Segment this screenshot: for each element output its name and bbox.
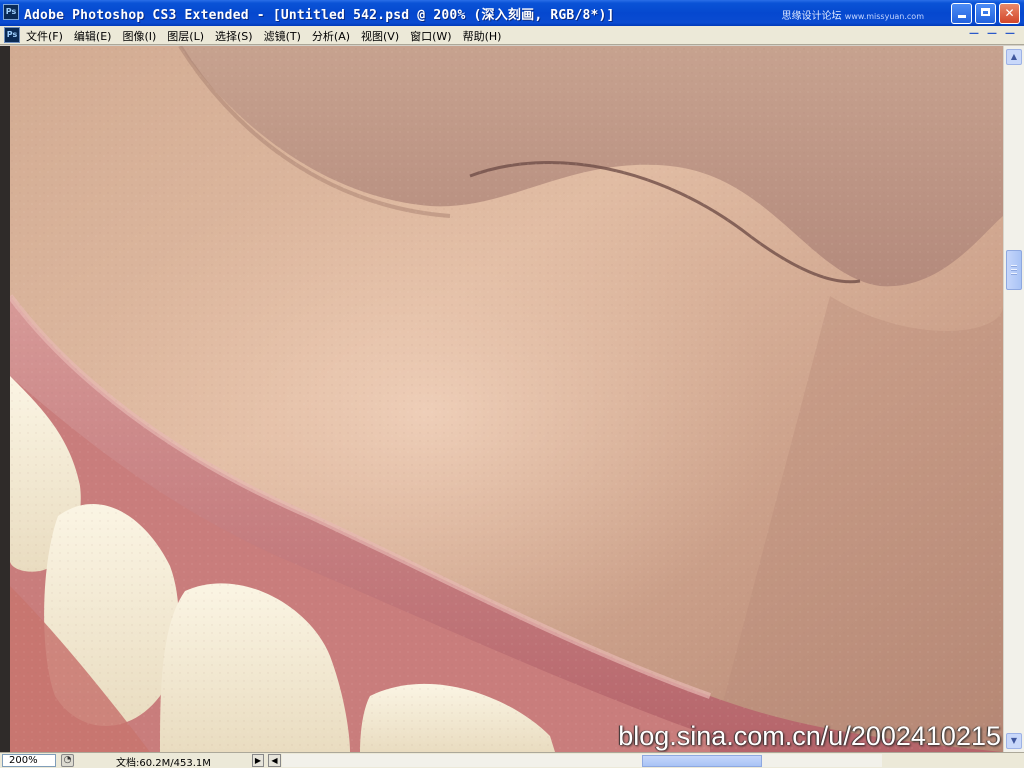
menu-filter[interactable]: 滤镜(T) xyxy=(264,28,301,44)
grip-line xyxy=(1011,273,1017,275)
menu-bar: Ps 文件(F) 编辑(E) 图像(I) 图层(L) 选择(S) 滤镜(T) 分… xyxy=(0,26,1024,45)
photo-image xyxy=(10,46,1003,752)
status-bar: 200% ◔ 文档:60.2M/453.1M ▶ ◀ xyxy=(0,752,1024,768)
horizontal-scroll-thumb[interactable] xyxy=(642,755,762,767)
site-watermark-url: www.missyuan.com xyxy=(844,12,924,21)
menu-items: 文件(F) 编辑(E) 图像(I) 图层(L) 选择(S) 滤镜(T) 分析(A… xyxy=(26,26,512,45)
doc-minimize-icon[interactable]: — xyxy=(966,28,982,42)
menu-select[interactable]: 选择(S) xyxy=(215,28,253,44)
menu-window[interactable]: 窗口(W) xyxy=(410,28,451,44)
menu-help[interactable]: 帮助(H) xyxy=(463,28,502,44)
minimize-icon xyxy=(957,15,966,18)
scroll-up-icon[interactable]: ▲ xyxy=(1006,49,1022,65)
maximize-button[interactable] xyxy=(975,3,996,24)
close-icon: ✕ xyxy=(1004,6,1015,20)
menu-image[interactable]: 图像(I) xyxy=(122,28,156,44)
doc-restore-icon[interactable]: — xyxy=(984,28,1000,42)
document-window-controls: — — — xyxy=(964,28,1018,42)
menu-view[interactable]: 视图(V) xyxy=(361,28,399,44)
minimize-button[interactable] xyxy=(951,3,972,24)
menu-layer[interactable]: 图层(L) xyxy=(167,28,204,44)
photoshop-window: Ps Adobe Photoshop CS3 Extended - [Untit… xyxy=(0,0,1024,768)
zoom-level-field[interactable]: 200% xyxy=(2,754,56,767)
grip-line xyxy=(1011,269,1017,271)
horizontal-scrollbar[interactable] xyxy=(282,754,882,767)
vertical-scroll-thumb[interactable] xyxy=(1006,250,1022,290)
scroll-left-icon[interactable]: ◀ xyxy=(268,754,281,767)
photo-closeup-lips[interactable]: blog.sina.com.cn/u/2002410215 xyxy=(10,46,1003,752)
site-watermark-text: 思缘设计论坛 xyxy=(781,11,842,22)
site-watermark: 思缘设计论坛 www.missyuan.com xyxy=(782,7,924,22)
title-bar[interactable]: Ps Adobe Photoshop CS3 Extended - [Untit… xyxy=(0,0,1024,26)
canvas-left-edge xyxy=(0,46,10,752)
grip-line xyxy=(1011,265,1017,267)
document-size-info: 文档:60.2M/453.1M xyxy=(116,758,211,768)
status-menu-arrow-icon[interactable]: ▶ xyxy=(252,754,264,767)
vertical-scrollbar[interactable]: ▲ ▼ xyxy=(1003,46,1024,752)
menu-file[interactable]: 文件(F) xyxy=(26,28,63,44)
scroll-down-icon[interactable]: ▼ xyxy=(1006,733,1022,749)
document-icon[interactable]: Ps xyxy=(4,27,20,43)
window-title: Adobe Photoshop CS3 Extended - [Untitled… xyxy=(24,8,615,23)
menu-analysis[interactable]: 分析(A) xyxy=(312,28,350,44)
maximize-icon xyxy=(981,8,990,16)
doc-close-icon[interactable]: — xyxy=(1002,28,1018,42)
menu-edit[interactable]: 编辑(E) xyxy=(74,28,112,44)
status-info-icon[interactable]: ◔ xyxy=(61,754,74,767)
document-canvas[interactable]: blog.sina.com.cn/u/2002410215 xyxy=(0,46,1003,752)
close-button[interactable]: ✕ xyxy=(999,3,1020,24)
blog-watermark: blog.sina.com.cn/u/2002410215 xyxy=(618,721,1001,751)
photoshop-app-icon[interactable]: Ps xyxy=(3,4,19,20)
